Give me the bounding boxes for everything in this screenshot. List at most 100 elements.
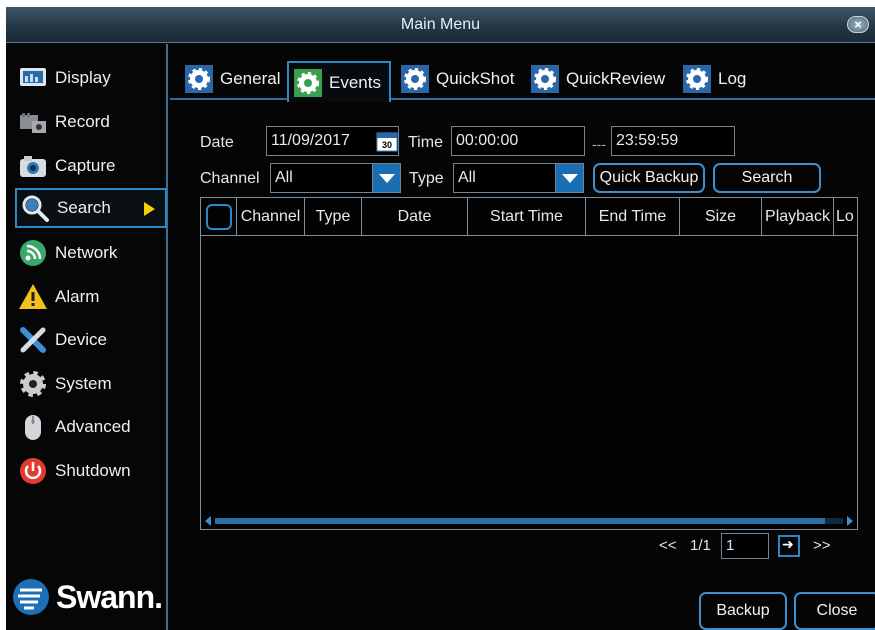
tab-general[interactable]: General [180,58,280,100]
scroll-left-icon[interactable] [205,516,211,526]
calendar-icon[interactable]: 30 [376,130,398,152]
sidebar-item-capture[interactable]: Capture [15,146,167,186]
search-icon [22,195,49,222]
main-menu-window: Main Menu × Display Record Capture Searc… [6,7,875,630]
network-icon [20,240,46,266]
type-select[interactable]: All [453,163,584,193]
go-to-page-button[interactable] [778,535,800,557]
tab-label: Log [718,69,747,88]
sidebar-item-label: Network [55,243,118,262]
channel-select[interactable]: All [270,163,401,193]
sidebar-item-device[interactable]: Device [15,320,167,360]
camera-icon [20,156,46,177]
general-tab-icon [185,65,213,93]
device-icon [20,327,46,353]
column-header[interactable]: Size [680,198,762,236]
channel-value: All [275,169,293,186]
sidebar-item-display[interactable]: Display [15,58,167,98]
quickreview-tab-icon [531,65,559,93]
page-number-value: 1 [726,537,735,554]
sidebar-item-label: Display [55,68,111,87]
power-icon [20,458,46,484]
active-arrow-icon [144,202,155,216]
column-header[interactable]: Playback [762,198,834,236]
tab-label: QuickReview [566,69,666,88]
start-time-field[interactable]: 00:00:00 [451,126,585,156]
display-icon [20,68,46,86]
page-number-input[interactable]: 1 [721,533,769,559]
alarm-icon [19,284,47,309]
sidebar-item-label: Capture [55,156,116,175]
logo-text: Swann. [56,578,163,615]
start-time-value: 00:00:00 [456,132,519,149]
prev-page-button[interactable]: << [659,537,677,554]
sidebar-item-search[interactable]: Search [15,188,167,228]
time-label: Time [408,134,443,151]
column-header[interactable]: Date [362,198,468,236]
window-title: Main Menu [400,16,481,33]
sidebar-item-label: Advanced [55,417,131,436]
sidebar-item-system[interactable]: System [15,364,167,404]
table-header: Channel Type Date Start Time End Time Si… [201,198,857,236]
log-tab-icon [683,65,711,93]
select-all-checkbox[interactable] [206,204,232,230]
title-bar: Main Menu × [6,7,875,43]
column-header[interactable]: Type [305,198,362,236]
scroll-right-icon[interactable] [847,516,853,526]
results-table: Channel Type Date Start Time End Time Si… [200,197,858,530]
backup-button[interactable]: Backup [699,592,787,630]
quickshot-tab-icon [401,65,429,93]
sidebar-item-advanced[interactable]: Advanced [15,407,167,447]
tab-quickshot[interactable]: QuickShot [396,58,514,100]
search-button[interactable]: Search [713,163,821,193]
chevron-down-icon[interactable] [555,164,583,192]
tab-quickreview[interactable]: QuickReview [526,58,665,100]
select-all-column [201,198,237,236]
page-info: 1/1 [690,537,711,554]
record-icon [20,113,46,133]
date-label: Date [200,134,234,151]
sidebar-item-label: Record [55,112,110,131]
sidebar-item-label: Alarm [55,287,100,306]
tab-bar: General Events QuickShot QuickReview Log [170,54,875,102]
type-label: Type [409,170,444,187]
mouse-icon [25,415,41,440]
main-panel: General Events QuickShot QuickReview Log… [170,44,875,630]
scroll-thumb[interactable] [215,518,825,524]
chevron-down-icon[interactable] [372,164,400,192]
column-header[interactable]: Channel [237,198,305,236]
column-header[interactable]: Lo [834,198,857,236]
sidebar-item-network[interactable]: Network [15,233,167,273]
sidebar: Display Record Capture Search Network Al… [6,44,168,630]
sidebar-item-label: Search [57,198,111,217]
sidebar-item-shutdown[interactable]: Shutdown [15,451,167,491]
channel-label: Channel [200,170,260,187]
quick-backup-button[interactable]: Quick Backup [593,163,705,193]
tab-label: General [220,69,281,88]
tab-label: Events [329,72,381,92]
column-header[interactable]: End Time [586,198,680,236]
events-tab-icon [294,68,322,97]
sidebar-item-label: Device [55,330,107,349]
type-value: All [458,169,476,186]
tab-log[interactable]: Log [678,58,746,100]
end-time-field[interactable]: 23:59:59 [611,126,735,156]
sidebar-item-label: Shutdown [55,461,131,480]
tab-label: QuickShot [436,69,515,88]
date-value: 11/09/2017 [271,132,350,149]
next-page-button[interactable]: >> [813,537,831,554]
column-header[interactable]: Start Time [468,198,586,236]
sidebar-item-alarm[interactable]: Alarm [15,277,167,317]
horizontal-scrollbar[interactable] [205,515,853,526]
swann-logo: Swann. [12,578,163,616]
tab-events[interactable]: Events [287,61,391,102]
swann-logo-icon [13,579,49,615]
sidebar-item-label: System [55,374,112,393]
end-time-value: 23:59:59 [616,132,679,149]
gear-icon [20,371,46,397]
calendar-day: 30 [382,140,392,150]
close-window-button[interactable]: × [847,16,869,33]
sidebar-item-record[interactable]: Record [15,102,167,142]
time-separator: --- [592,136,606,152]
close-button[interactable]: Close [794,592,875,630]
